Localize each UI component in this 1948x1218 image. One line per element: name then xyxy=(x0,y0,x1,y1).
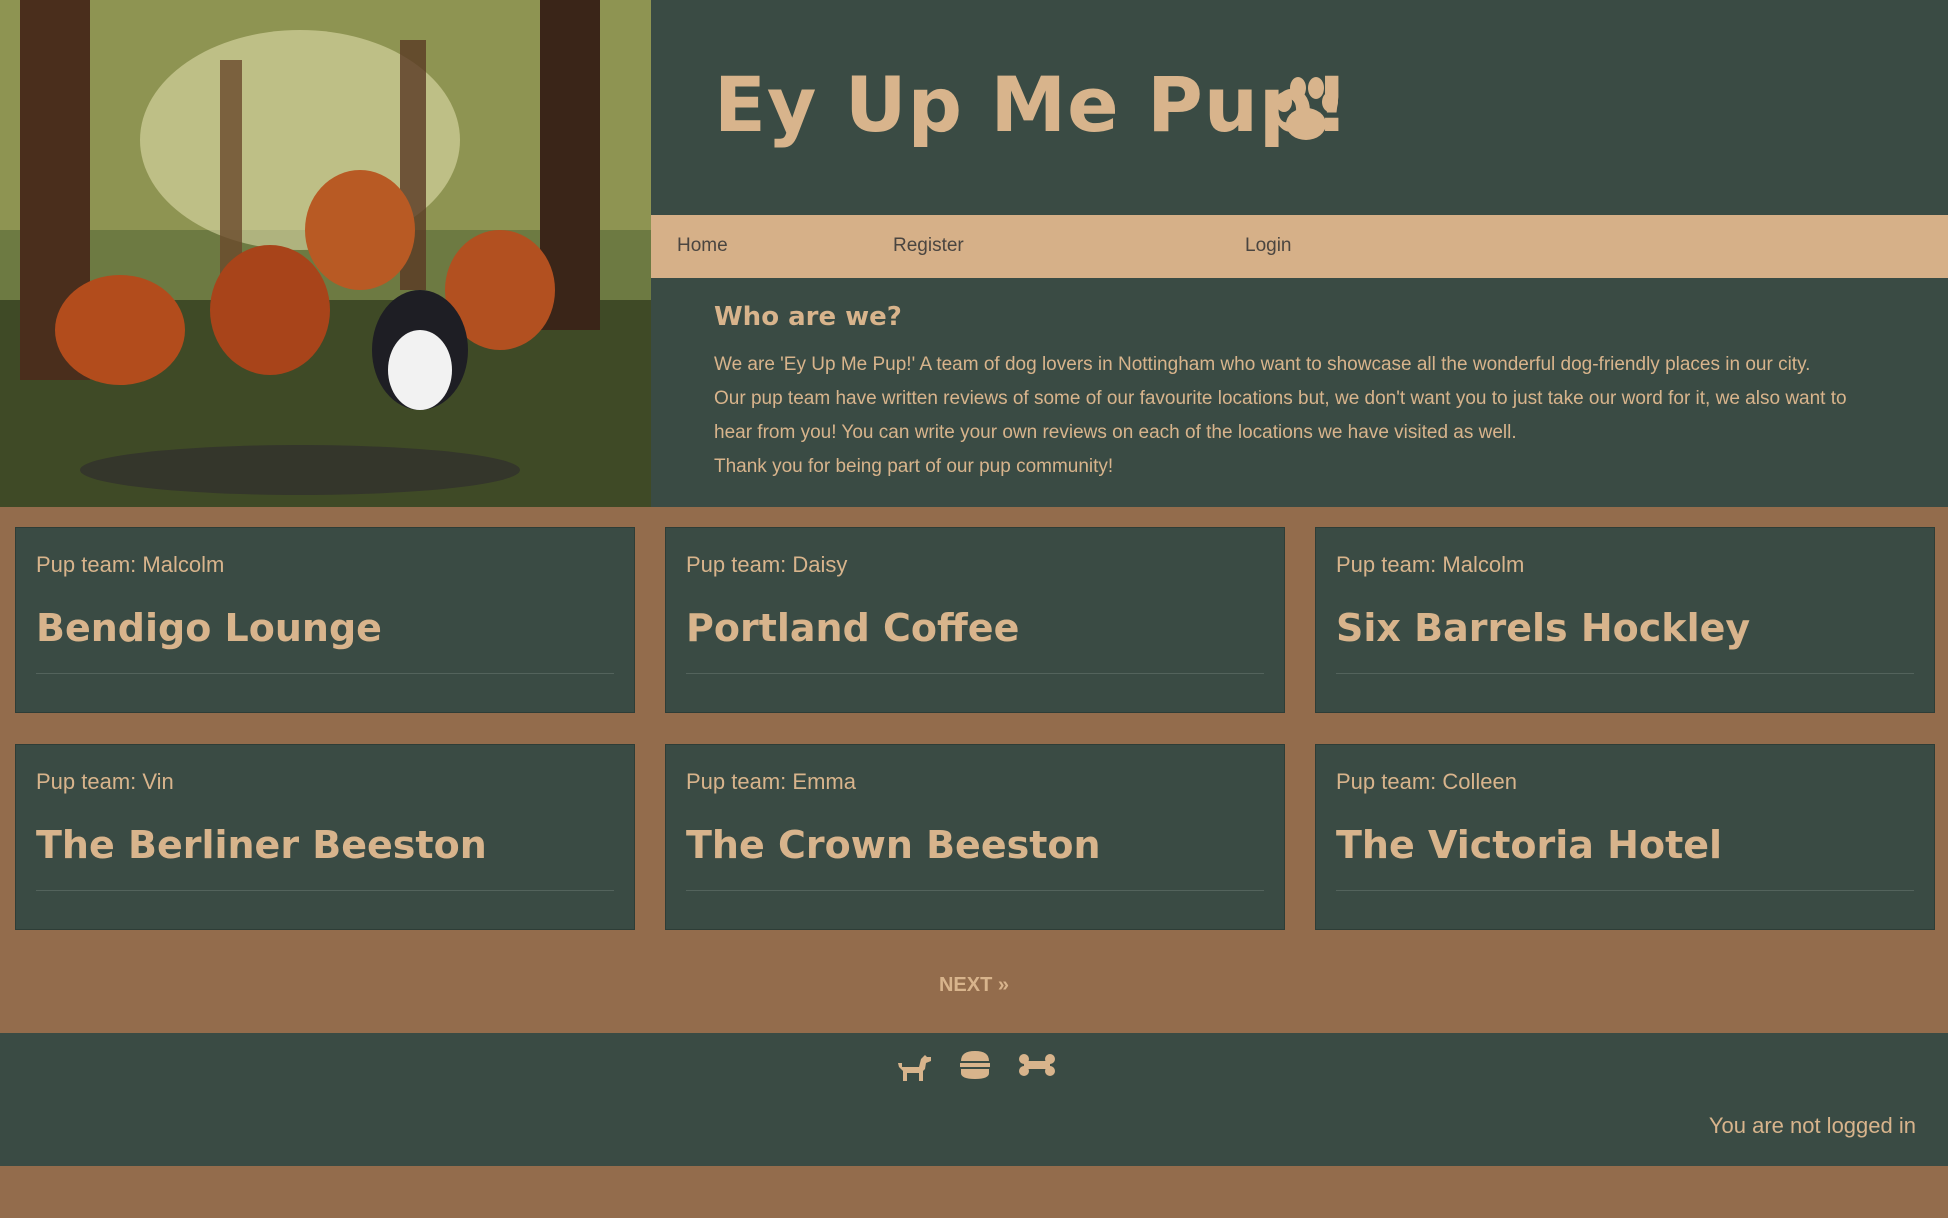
burger-icon[interactable] xyxy=(955,1045,995,1085)
about-paragraph: hear from you! You can write your own re… xyxy=(714,422,1517,443)
card-divider xyxy=(36,673,614,674)
card-title-link[interactable]: The Berliner Beeston xyxy=(36,823,487,867)
header-panel: Ey Up Me Pup! xyxy=(651,0,1948,215)
location-card[interactable]: Pup team: Malcolm Six Barrels Hockley xyxy=(1315,527,1935,713)
nav-home-link[interactable]: Home xyxy=(677,235,728,257)
card-author: Pup team: Malcolm xyxy=(36,552,225,577)
login-status: You are not logged in xyxy=(1708,1113,1916,1138)
about-paragraph: Thank you for being part of our pup comm… xyxy=(714,456,1114,477)
location-card[interactable]: Pup team: Colleen The Victoria Hotel xyxy=(1315,744,1935,930)
nav-register-link[interactable]: Register xyxy=(893,235,964,257)
next-page-link[interactable]: NEXT » xyxy=(0,974,1948,997)
card-title-link[interactable]: Six Barrels Hockley xyxy=(1336,606,1750,650)
card-author: Pup team: Daisy xyxy=(686,552,848,577)
about-paragraph: We are 'Ey Up Me Pup!' A team of dog lov… xyxy=(714,354,1811,375)
card-author: Pup team: Emma xyxy=(686,769,856,794)
card-divider xyxy=(36,890,614,891)
dog-icon[interactable] xyxy=(893,1045,933,1085)
about-heading: Who are we? xyxy=(714,302,902,332)
about-paragraph: Our pup team have written reviews of som… xyxy=(714,388,1847,409)
card-divider xyxy=(686,673,1264,674)
card-title-link[interactable]: The Crown Beeston xyxy=(686,823,1101,867)
card-author: Pup team: Vin xyxy=(36,769,174,794)
card-author: Pup team: Malcolm xyxy=(1336,552,1525,577)
card-divider xyxy=(1336,890,1914,891)
card-author: Pup team: Colleen xyxy=(1336,769,1517,794)
card-title-link[interactable]: Portland Coffee xyxy=(686,606,1019,650)
hero-image xyxy=(0,0,651,507)
paw-icon xyxy=(1276,77,1338,140)
about-section: Who are we? We are 'Ey Up Me Pup!' A tea… xyxy=(651,278,1948,507)
card-title-link[interactable]: Bendigo Lounge xyxy=(36,606,382,650)
card-divider xyxy=(686,890,1264,891)
footer-icons xyxy=(893,1045,1063,1085)
card-title-link[interactable]: The Victoria Hotel xyxy=(1336,823,1722,867)
location-card[interactable]: Pup team: Malcolm Bendigo Lounge xyxy=(15,527,635,713)
bone-icon[interactable] xyxy=(1017,1045,1057,1085)
site-title: Ey Up Me Pup! xyxy=(714,60,1350,149)
nav-login-link[interactable]: Login xyxy=(1245,235,1292,257)
location-card[interactable]: Pup team: Emma The Crown Beeston xyxy=(665,744,1285,930)
nav-bar: Home Register Login xyxy=(651,215,1948,278)
card-divider xyxy=(1336,673,1914,674)
footer: You are not logged in xyxy=(0,1033,1948,1166)
location-card[interactable]: Pup team: Daisy Portland Coffee xyxy=(665,527,1285,713)
about-text: We are 'Ey Up Me Pup!' A team of dog lov… xyxy=(714,348,1914,484)
location-card[interactable]: Pup team: Vin The Berliner Beeston xyxy=(15,744,635,930)
